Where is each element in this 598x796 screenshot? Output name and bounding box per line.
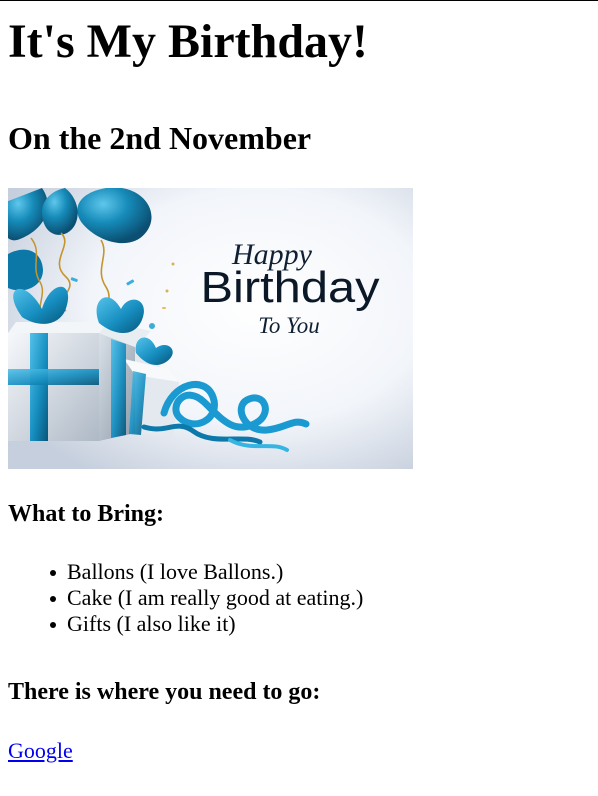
directions-link-row: Google [8,738,590,764]
page-subtitle: On the 2nd November [8,120,312,156]
bring-list-item: Ballons (I love Ballons.) [48,559,590,585]
page-title: It's My Birthday! [8,15,368,68]
bring-list-item: Cake (I am really good at eating.) [48,585,590,611]
directions-heading: There is where you need to go: [8,679,321,705]
image-birthday-text: Birthday [201,263,380,312]
bring-item-text: Gifts (I also like it) [67,611,236,636]
bullet-icon [50,570,56,576]
bring-list-item: Gifts (I also like it) [48,611,590,637]
what-to-bring-heading: What to Bring: [8,501,164,527]
bring-list: Ballons (I love Ballons.) Cake (I am rea… [8,559,590,637]
bullet-icon [50,622,56,628]
birthday-illustration: Happy Birthday To You [8,188,413,469]
birthday-image: Happy Birthday To You [8,188,413,469]
bullet-icon [50,596,56,602]
bring-item-text: Ballons (I love Ballons.) [67,559,284,584]
image-to-you-text: To You [258,313,320,338]
page-content: It's My Birthday! On the 2nd November Ha… [8,1,590,764]
google-link[interactable]: Google [8,738,73,763]
bring-item-text: Cake (I am really good at eating.) [67,585,364,610]
